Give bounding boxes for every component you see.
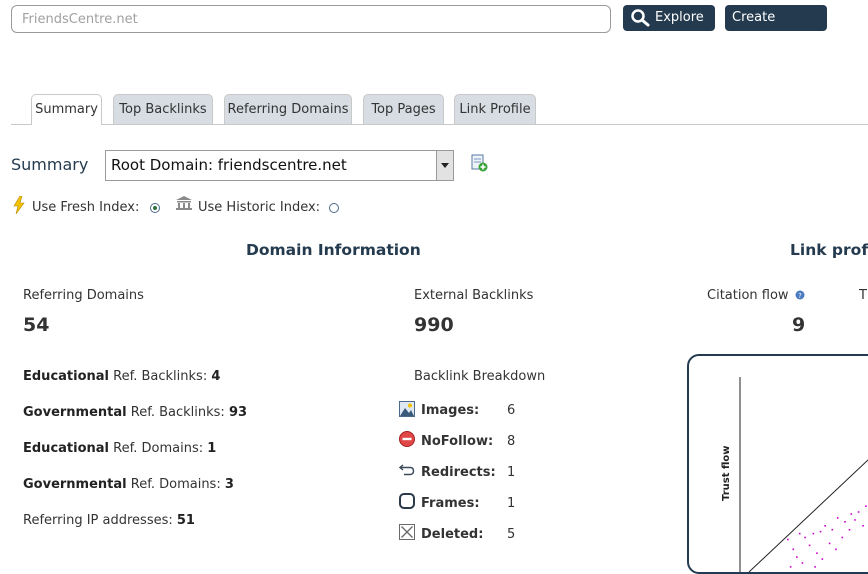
- breakdown-label-nofollow: NoFollow:: [421, 434, 494, 449]
- citation-flow-value: 9: [792, 314, 806, 336]
- stat-value: 93: [228, 405, 248, 420]
- scatter-point: [821, 558, 824, 560]
- scatter-point: [814, 566, 816, 568]
- flow-metrics-chart: Trust flow: [687, 354, 868, 574]
- edu-ref-domains: Educational Ref. Domains: 1: [23, 441, 216, 456]
- tab-divider: [11, 124, 868, 125]
- flow-scatter-plot: Trust flow: [721, 377, 868, 572]
- gov-ref-domains: Governmental Ref. Domains: 3: [23, 477, 234, 492]
- gov-ref-backlinks: Governmental Ref. Backlinks: 93: [23, 405, 247, 420]
- explore-button-label: Explore: [655, 10, 704, 25]
- stat-label: Ref. Domains:: [130, 477, 221, 492]
- scatter-point: [808, 544, 811, 547]
- frame-icon: [399, 493, 415, 509]
- stat-bold: Governmental: [23, 405, 127, 420]
- scatter-point: [862, 525, 864, 527]
- scatter-point: [828, 542, 831, 545]
- tab-top-backlinks[interactable]: Top Backlinks: [113, 94, 213, 124]
- scatter-point: [854, 519, 856, 521]
- referring-ip-addresses: Referring IP addresses: 51: [23, 513, 195, 528]
- breakdown-value-nofollow: 8: [507, 434, 516, 449]
- scatter-point: [787, 538, 789, 541]
- scatter-point: [819, 530, 822, 533]
- scatter-point: [804, 536, 806, 539]
- stat-label: Ref. Backlinks:: [113, 369, 208, 384]
- scatter-point: [865, 505, 867, 507]
- image-icon: [399, 401, 415, 417]
- breakdown-value-deleted: 5: [507, 527, 516, 542]
- link-profile-title: Link profil: [790, 241, 868, 259]
- domain-information-title: Domain Information: [246, 241, 421, 259]
- breakdown-label-images: Images:: [421, 403, 480, 418]
- archive-building-icon: [176, 196, 192, 210]
- breakdown-label-deleted: Deleted:: [421, 527, 484, 542]
- help-icon[interactable]: ?: [795, 290, 805, 300]
- stat-bold: Educational: [23, 441, 110, 456]
- lightning-icon: [13, 196, 25, 214]
- stat-value: 3: [224, 477, 234, 492]
- scatter-point: [824, 525, 826, 527]
- create-report-button[interactable]: Create Report: [725, 5, 827, 51]
- scatter-point: [801, 562, 804, 564]
- scatter-point: [789, 566, 792, 568]
- scatter-point: [850, 513, 853, 515]
- edu-ref-backlinks: Educational Ref. Backlinks: 4: [23, 369, 220, 384]
- scatter-point: [816, 552, 818, 554]
- stat-value: 1: [207, 441, 217, 456]
- referring-domains-label: Referring Domains: [23, 288, 144, 303]
- breakdown-label-frames: Frames:: [421, 496, 480, 511]
- add-to-report-icon[interactable]: [470, 154, 488, 172]
- chevron-down-icon[interactable]: [436, 151, 453, 180]
- scatter-point: [857, 511, 860, 513]
- scatter-point: [844, 521, 846, 523]
- stat-bold: Governmental: [23, 477, 127, 492]
- external-backlinks-label: External Backlinks: [414, 288, 534, 303]
- scatter-point: [812, 532, 815, 535]
- citation-flow-label: Citation flow: [707, 288, 789, 303]
- explore-button[interactable]: Explore: [623, 5, 715, 31]
- stat-label: Ref. Backlinks:: [130, 405, 225, 420]
- scatter-points: [787, 505, 867, 568]
- stat-value: 51: [176, 513, 195, 528]
- search-icon: [631, 9, 650, 27]
- search-input[interactable]: [11, 5, 611, 33]
- referring-domains-value: 54: [23, 314, 50, 336]
- stat-label: Referring IP addresses:: [23, 513, 173, 528]
- breakdown-value-redirects: 1: [507, 465, 516, 480]
- domain-scope-value: Root Domain: friendscentre.net: [111, 156, 347, 174]
- scatter-point: [831, 528, 834, 531]
- deleted-icon: [399, 524, 415, 540]
- scatter-point: [796, 556, 798, 558]
- breakdown-label-redirects: Redirects:: [421, 465, 496, 480]
- scatter-point: [836, 517, 839, 519]
- breakdown-value-images: 6: [507, 403, 516, 418]
- external-backlinks-value: 990: [414, 314, 454, 336]
- tab-link-profile[interactable]: Link Profile: [454, 94, 536, 124]
- trend-line: [748, 459, 868, 572]
- svg-text:?: ?: [798, 292, 802, 300]
- domain-scope-select[interactable]: Root Domain: friendscentre.net: [105, 150, 454, 181]
- historic-index-label: Use Historic Index:: [198, 200, 321, 215]
- nofollow-icon: [399, 431, 415, 447]
- trust-flow-label-partial: T: [859, 288, 867, 303]
- stat-label: Ref. Domains:: [113, 441, 204, 456]
- y-axis-label: Trust flow: [721, 445, 732, 501]
- redirect-icon: [399, 464, 415, 476]
- backlink-breakdown-title: Backlink Breakdown: [414, 369, 546, 384]
- fresh-index-label: Use Fresh Index:: [32, 200, 140, 215]
- summary-title: Summary: [11, 155, 89, 174]
- scatter-point: [841, 536, 844, 539]
- fresh-index-radio[interactable]: [150, 203, 160, 213]
- scatter-point: [798, 532, 801, 535]
- stat-value: 4: [211, 369, 221, 384]
- stat-bold: Educational: [23, 369, 110, 384]
- historic-index-radio[interactable]: [329, 203, 339, 213]
- tab-summary[interactable]: Summary: [31, 94, 102, 125]
- tab-top-pages[interactable]: Top Pages: [363, 94, 444, 124]
- scatter-point: [848, 528, 851, 531]
- tab-referring-domains[interactable]: Referring Domains: [224, 94, 352, 124]
- breakdown-value-frames: 1: [507, 496, 516, 511]
